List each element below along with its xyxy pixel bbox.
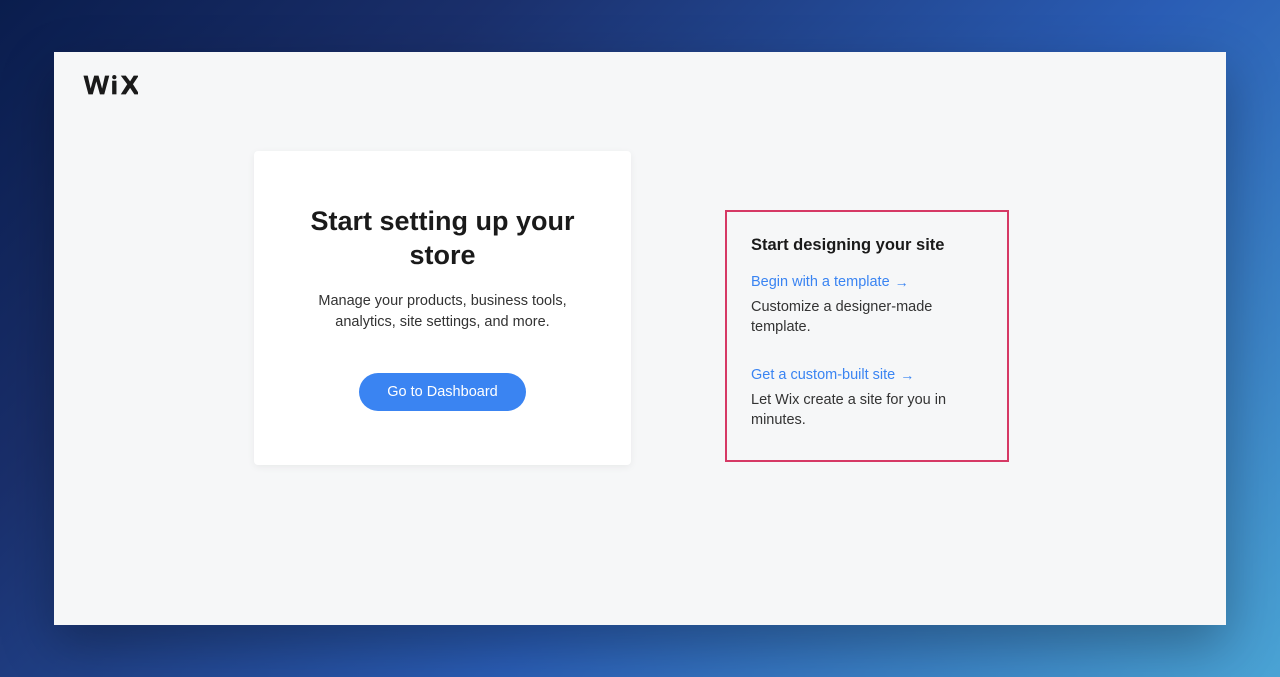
custom-site-description: Let Wix create a site for you in minutes…	[751, 390, 983, 431]
content-area: Start setting up your store Manage your …	[82, 151, 1198, 465]
begin-template-description: Customize a designer-made template.	[751, 297, 983, 338]
arrow-right-icon: →	[900, 367, 914, 383]
option-begin-template: Begin with a template → Customize a desi…	[751, 273, 983, 338]
begin-template-link-text: Begin with a template	[751, 274, 890, 290]
go-to-dashboard-button[interactable]: Go to Dashboard	[359, 373, 525, 411]
setup-store-title: Start setting up your store	[302, 205, 583, 273]
design-site-panel: Start designing your site Begin with a t…	[725, 210, 1009, 462]
wix-logo	[82, 74, 1198, 101]
setup-store-description: Manage your products, business tools, an…	[302, 291, 583, 333]
option-custom-site: Get a custom-built site → Let Wix create…	[751, 366, 983, 431]
setup-store-card: Start setting up your store Manage your …	[254, 151, 631, 465]
custom-site-link-text: Get a custom-built site	[751, 367, 895, 383]
custom-site-link[interactable]: Get a custom-built site →	[751, 367, 914, 383]
page-container: Start setting up your store Manage your …	[54, 52, 1226, 625]
design-site-title: Start designing your site	[751, 236, 983, 255]
arrow-right-icon: →	[895, 274, 909, 290]
begin-template-link[interactable]: Begin with a template →	[751, 274, 909, 290]
